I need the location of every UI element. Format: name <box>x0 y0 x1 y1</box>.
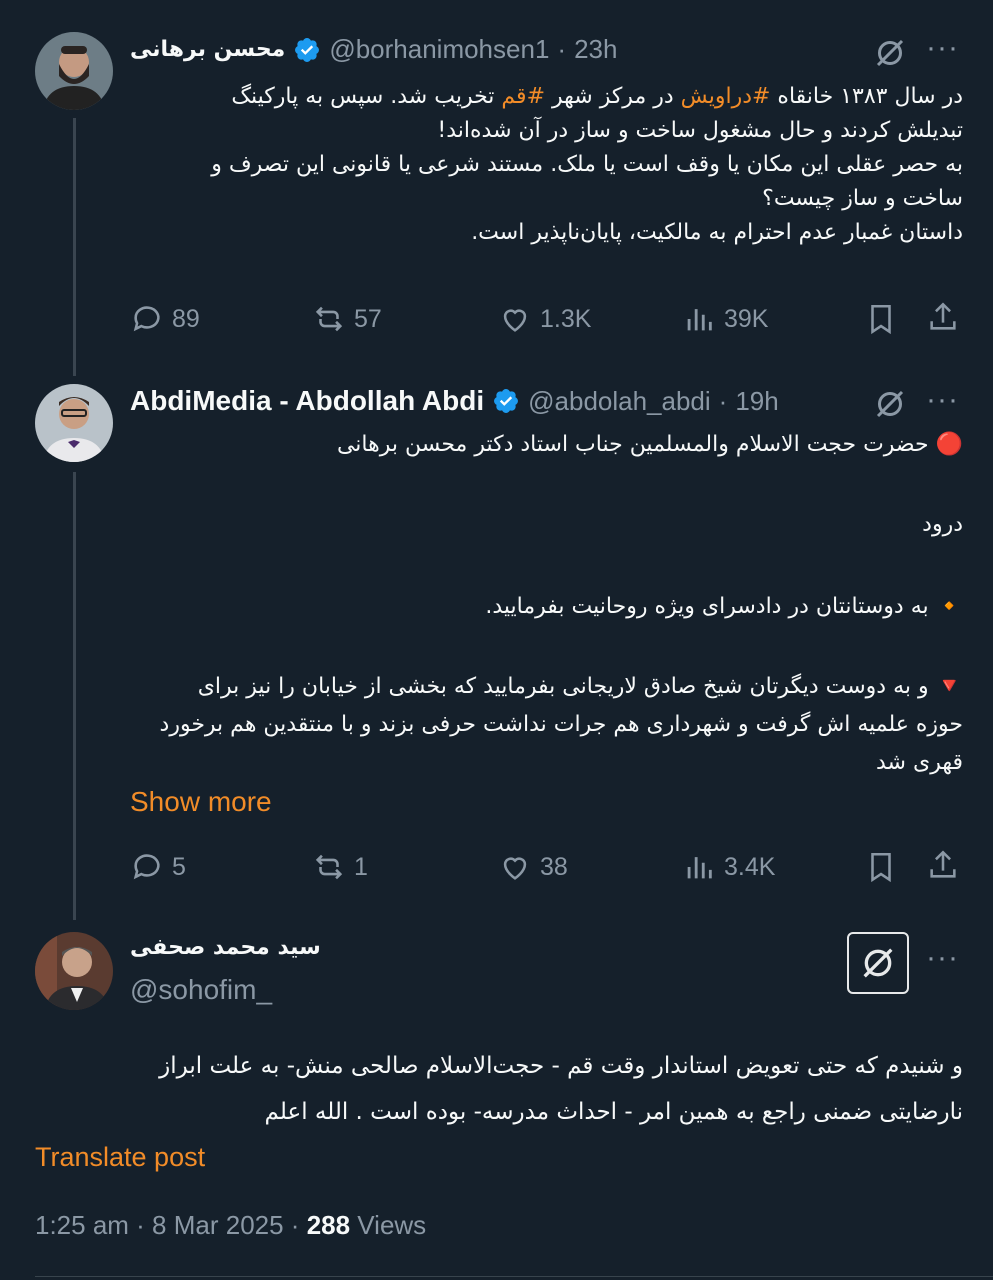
reply-icon <box>133 854 160 880</box>
post-line: حوزه علمیه اش گرفت و شهرداری هم جرات ندا… <box>159 712 963 737</box>
grok-button[interactable] <box>847 932 909 994</box>
post-time[interactable]: 23h <box>574 34 617 65</box>
views-button[interactable]: 39K <box>682 302 768 336</box>
share-icon[interactable] <box>926 300 960 334</box>
bookmark-icon[interactable] <box>864 850 898 884</box>
grok-icon[interactable] <box>872 35 908 71</box>
like-button[interactable]: 38 <box>498 850 568 884</box>
translate-post-link[interactable]: Translate post <box>35 1142 205 1173</box>
author-handle[interactable]: @borhanimohsen1 <box>329 34 549 65</box>
post-line: درود <box>922 512 963 537</box>
post-header: AbdiMedia - Abdollah Abdi @abdolah_abdi … <box>130 385 779 417</box>
repost-count: 1 <box>354 852 368 881</box>
reply-count: 89 <box>172 304 200 333</box>
post-line: تبدیلش کردند و حال مشغول ساخت و ساز در آ… <box>437 118 963 143</box>
post-header: محسن برهانی @borhanimohsen1 · 23h <box>130 34 618 65</box>
post-line: و شنیدم که حتی تعویض استاندار وقت قم - ح… <box>159 1053 963 1079</box>
repost-count: 57 <box>354 304 382 333</box>
repost-icon <box>315 854 343 880</box>
views-icon <box>687 309 712 331</box>
post-line: 🔴 حضرت حجت الاسلام والمسلمین جناب استاد … <box>336 432 963 457</box>
like-icon <box>503 857 527 880</box>
like-icon <box>503 309 527 332</box>
views-button[interactable]: 3.4K <box>682 850 775 884</box>
repost-button[interactable]: 1 <box>312 850 368 884</box>
post-timestamp[interactable]: 1:25 am · 8 Mar 2025 · <box>35 1210 307 1240</box>
views-count: 3.4K <box>724 852 776 881</box>
author-name[interactable]: AbdiMedia - Abdollah Abdi <box>130 385 484 417</box>
post-line: نارضایتی ضمنی راجع به همین امر - احداث م… <box>264 1099 963 1125</box>
avatar[interactable] <box>35 32 113 110</box>
repost-button[interactable]: 57 <box>312 302 382 336</box>
author-handle[interactable]: @abdolah_abdi <box>528 386 711 417</box>
views-total: 288 <box>306 1210 351 1240</box>
post-metadata: 1:25 am · 8 Mar 2025 · 288 Views <box>35 1210 426 1241</box>
grok-icon[interactable] <box>872 386 908 422</box>
verified-icon <box>295 37 320 62</box>
hashtag-link[interactable]: #قم <box>501 84 545 109</box>
views-icon <box>687 857 712 879</box>
post-body: در سال ۱۳۸۳ خانقاه #دراویش در مرکز شهر #… <box>130 80 963 250</box>
like-count: 38 <box>540 852 568 881</box>
post-line: 🔸 به دوستانتان در دادسرای ویژه روحانیت ب… <box>485 594 963 619</box>
author-handle[interactable]: @sohofim_ <box>130 974 272 1006</box>
post-line: در سال ۱۳۸۳ خانقاه #دراویش در مرکز شهر #… <box>231 84 963 109</box>
like-button[interactable]: 1.3K <box>498 302 591 336</box>
post-line: ساخت و ساز چیست؟ <box>762 186 963 211</box>
more-icon[interactable]: ··· <box>926 943 959 973</box>
post-line: قهری شد <box>876 750 963 775</box>
post-line: 🔻 و به دوست دیگرتان شیخ صادق لاریجانی بف… <box>197 674 963 699</box>
divider <box>35 1276 993 1277</box>
thread-line <box>73 118 76 376</box>
more-icon[interactable]: ··· <box>926 385 959 415</box>
reply-button[interactable]: 5 <box>130 850 186 884</box>
reply-icon <box>133 306 160 332</box>
bookmark-icon[interactable] <box>864 302 898 336</box>
views-label: Views <box>350 1210 427 1240</box>
avatar[interactable] <box>35 384 113 462</box>
author-name[interactable]: سید محمد صحفی <box>130 935 321 960</box>
show-more-link[interactable]: Show more <box>130 786 272 818</box>
verified-icon <box>494 389 519 413</box>
more-icon[interactable]: ··· <box>926 33 959 63</box>
like-count: 1.3K <box>540 304 592 333</box>
thread-line <box>73 472 76 920</box>
hashtag-link[interactable]: #دراویش <box>681 84 771 109</box>
reply-button[interactable]: 89 <box>130 302 200 336</box>
views-count: 39K <box>724 304 769 333</box>
repost-icon <box>315 306 343 332</box>
post-time[interactable]: 19h <box>735 386 778 417</box>
grok-icon <box>863 948 893 978</box>
share-icon[interactable] <box>926 848 960 882</box>
author-name[interactable]: محسن برهانی <box>130 37 285 62</box>
post-line: به حصر عقلی این مکان یا وقف است یا ملک. … <box>211 152 963 177</box>
reply-count: 5 <box>172 852 186 881</box>
post-line: داستان غمبار عدم احترام به مالکیت، پایان… <box>471 220 963 245</box>
avatar[interactable] <box>35 932 113 1010</box>
